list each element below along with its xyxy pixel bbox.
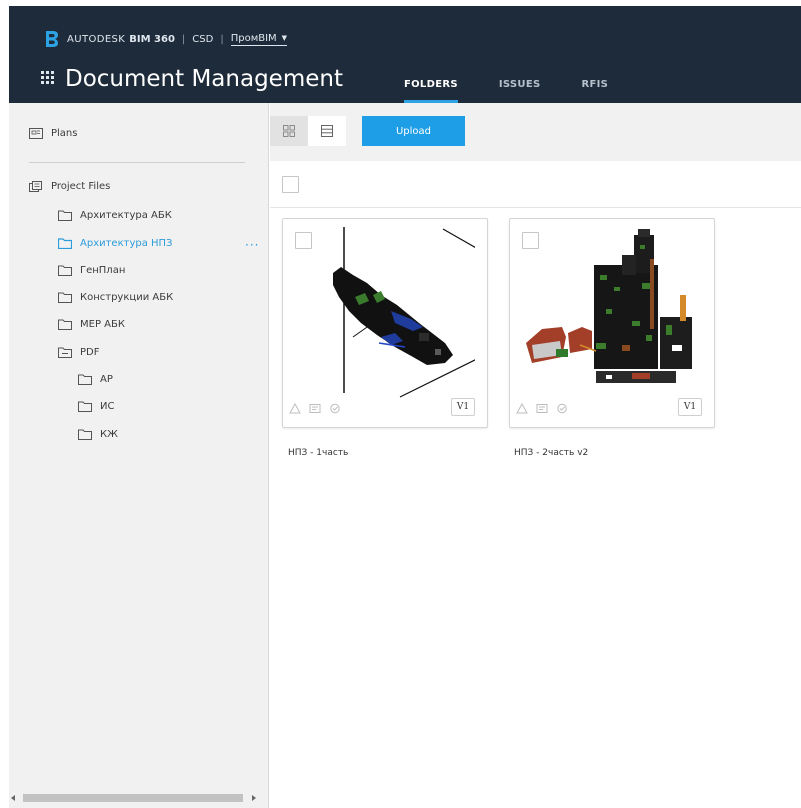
warning-icon[interactable] <box>516 403 528 414</box>
project-name: ПромBIM <box>230 32 277 44</box>
sidebar-item-plans[interactable]: Plans <box>29 128 77 139</box>
sidebar-divider <box>29 162 245 163</box>
folder-icon <box>58 210 72 221</box>
folder-open-icon <box>58 347 72 358</box>
sidebar-item-label: MEP АБК <box>80 319 125 330</box>
grid-view-button[interactable] <box>270 116 308 146</box>
upload-button[interactable]: Upload <box>362 116 465 146</box>
folder-icon <box>58 319 72 330</box>
sidebar-subfolder[interactable]: КЖ <box>78 429 118 440</box>
file-browser: Upload V1 НПЗ - 1часть V1 НПЗ - 2часть v… <box>270 103 801 808</box>
sidebar-subfolder[interactable]: АР <box>78 374 113 385</box>
sidebar-item-folder-selected[interactable]: Архитектура НПЗ <box>58 238 172 249</box>
model-thumbnail <box>333 227 475 398</box>
app-window: AUTODESK BIM 360 | CSD | ПромBIM ▼ Docum… <box>9 6 801 808</box>
sidebar-subfolder[interactable]: ИС <box>78 401 114 412</box>
sidebar-item-label: АР <box>100 374 113 385</box>
product-name: BIM 360 <box>129 33 175 45</box>
sidebar-item-label: Plans <box>51 128 78 139</box>
folder-icon <box>58 238 72 249</box>
review-status-icon[interactable] <box>556 403 568 414</box>
model-thumbnail <box>526 229 692 383</box>
select-all-bar <box>270 161 801 208</box>
markup-icon[interactable] <box>309 403 321 414</box>
scrollbar-thumb[interactable] <box>23 794 243 802</box>
sidebar-item-label: Project Files <box>51 181 111 192</box>
select-all-checkbox[interactable] <box>282 176 299 193</box>
sidebar-item-folder-expanded[interactable]: PDF <box>58 347 99 358</box>
sidebar-item-label: Архитектура АБК <box>80 210 172 221</box>
project-selector[interactable]: ПромBIM ▼ <box>230 32 288 46</box>
file-name[interactable]: НПЗ - 1часть <box>288 448 348 458</box>
sidebar-item-folder[interactable]: Архитектура АБК <box>58 210 172 221</box>
sidebar-item-label: КЖ <box>100 429 118 440</box>
file-status-icons <box>516 403 576 414</box>
file-card[interactable]: V1 <box>509 218 715 428</box>
sidebar-item-label: ИС <box>100 401 115 412</box>
folder-icon <box>58 265 72 276</box>
markup-icon[interactable] <box>536 403 548 414</box>
warning-icon[interactable] <box>289 403 301 414</box>
folder-icon <box>58 292 72 303</box>
brand-separator: | <box>181 33 186 45</box>
file-name[interactable]: НПЗ - 2часть v2 <box>514 448 588 458</box>
sidebar-item-label: ГенПлан <box>80 265 126 276</box>
app-title-row: Document Management <box>39 65 343 93</box>
more-options-icon[interactable]: ··· <box>245 238 259 252</box>
file-toolbar: Upload <box>270 103 801 161</box>
file-status-icons <box>289 403 349 414</box>
list-view-icon <box>321 125 333 137</box>
sidebar-item-label: Архитектура НПЗ <box>80 238 173 249</box>
brand-bar: AUTODESK BIM 360 | CSD | ПромBIM ▼ <box>45 29 288 49</box>
scroll-right-icon[interactable] <box>252 795 256 801</box>
sidebar-item-folder[interactable]: MEP АБК <box>58 319 125 330</box>
list-view-button[interactable] <box>308 116 346 146</box>
sidebar-item-project-files[interactable]: Project Files <box>29 181 110 192</box>
file-card[interactable]: V1 <box>282 218 488 428</box>
folder-sidebar: Plans Project Files Архитектура АБК Архи… <box>9 103 269 808</box>
vendor-name: AUTODESK <box>67 33 126 45</box>
scroll-left-icon[interactable] <box>11 795 15 801</box>
folder-icon <box>78 429 92 440</box>
brand-separator-2: | <box>220 33 224 45</box>
folder-icon <box>78 374 92 385</box>
folder-icon <box>78 401 92 412</box>
project-files-icon <box>29 181 42 192</box>
grid-view-icon <box>283 125 295 137</box>
bim360-logo-icon <box>46 31 58 47</box>
app-switcher-icon[interactable] <box>39 69 55 85</box>
version-badge[interactable]: V1 <box>451 398 475 416</box>
plans-icon <box>29 128 43 139</box>
top-bar: AUTODESK BIM 360 | CSD | ПромBIM ▼ Docum… <box>9 6 801 103</box>
sidebar-item-label: Конструкции АБК <box>80 292 174 303</box>
account-name[interactable]: CSD <box>192 34 213 45</box>
sidebar-item-folder[interactable]: ГенПлан <box>58 265 125 276</box>
sidebar-item-folder[interactable]: Конструкции АБК <box>58 292 173 303</box>
module-tabs: FOLDERS ISSUES RFIS <box>404 79 649 103</box>
file-checkbox[interactable] <box>522 232 539 249</box>
version-badge[interactable]: V1 <box>678 398 702 416</box>
sidebar-item-label: PDF <box>80 347 100 358</box>
tab-folders[interactable]: FOLDERS <box>404 79 458 103</box>
app-title: Document Management <box>65 66 343 92</box>
file-checkbox[interactable] <box>295 232 312 249</box>
chevron-down-icon: ▼ <box>281 34 288 42</box>
tab-issues[interactable]: ISSUES <box>499 79 541 103</box>
view-mode-toggle <box>270 116 346 146</box>
review-status-icon[interactable] <box>329 403 341 414</box>
sidebar-horizontal-scrollbar[interactable] <box>9 792 269 804</box>
tab-rfis[interactable]: RFIS <box>581 79 608 103</box>
